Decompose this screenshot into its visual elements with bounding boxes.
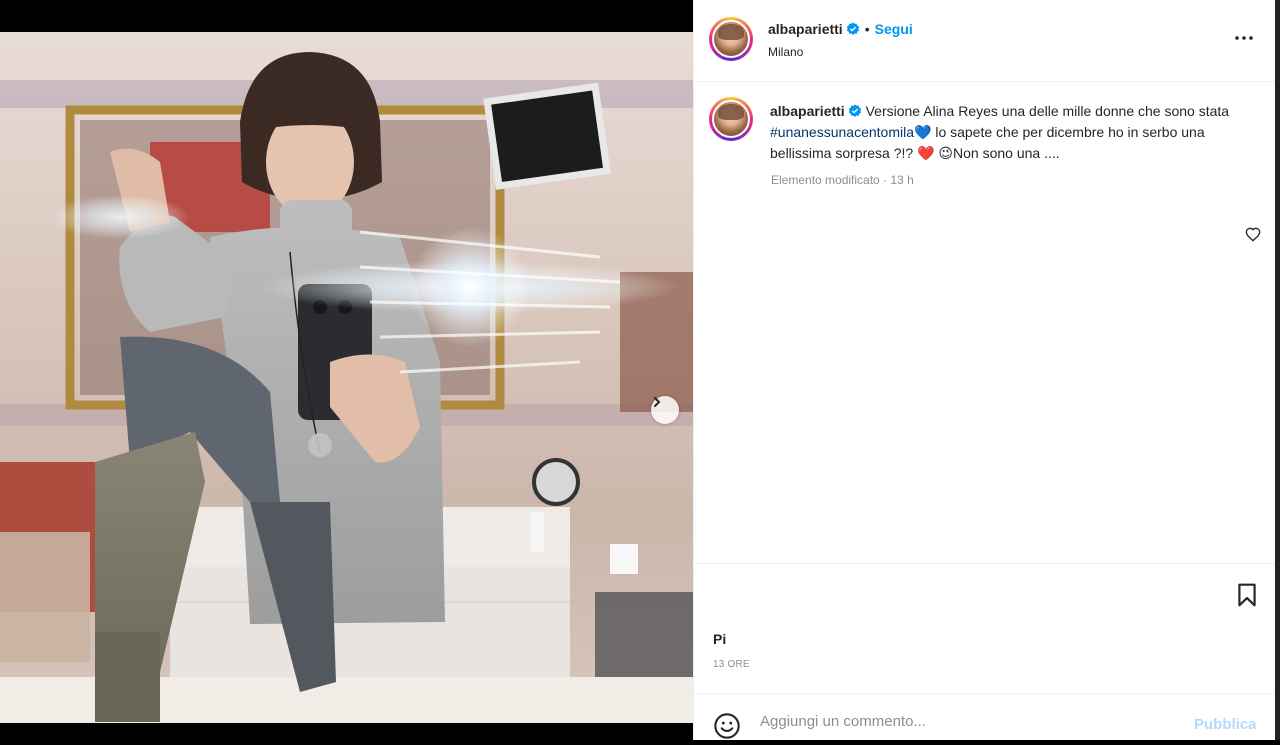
post-caption: albaparietti Versione Alina Reyes una de… xyxy=(770,101,1230,164)
avatar-image xyxy=(712,20,750,58)
likes-summary[interactable]: Pi xyxy=(713,631,726,647)
caption-username-link[interactable]: albaparietti xyxy=(770,103,845,119)
publish-button[interactable]: Pubblica xyxy=(1194,716,1257,733)
follow-button[interactable]: Segui xyxy=(875,21,913,37)
bottom-letterbox xyxy=(0,723,693,740)
caption-text: Non sono una .... xyxy=(953,145,1060,161)
save-button[interactable] xyxy=(1234,582,1260,608)
top-letterbox xyxy=(0,0,693,32)
hashtag-link[interactable]: #unanessunacentomila xyxy=(770,124,914,140)
emoji-icon xyxy=(714,713,740,739)
verified-badge-icon xyxy=(848,104,861,117)
selfie-photo-illustration xyxy=(0,52,693,723)
post-side-panel: albaparietti • Segui Milano albaparietti V… xyxy=(693,0,1276,740)
window-edge xyxy=(1275,0,1280,740)
header-user-row: albaparietti • Segui xyxy=(768,21,913,39)
blue-heart-emoji: 💙 xyxy=(914,124,932,140)
header-separator: • xyxy=(864,21,870,37)
wink-emoji: 😉 xyxy=(938,145,953,161)
location-link[interactable]: Milano xyxy=(768,45,803,59)
caption-like-button[interactable] xyxy=(1245,227,1261,243)
emoji-button[interactable] xyxy=(713,712,741,740)
comment-input[interactable] xyxy=(758,708,1182,734)
red-heart-emoji: ❤️ xyxy=(917,145,935,161)
comment-bar: Pubblica xyxy=(694,693,1276,741)
verified-badge-icon xyxy=(846,22,859,35)
carousel-next-button[interactable] xyxy=(651,396,679,424)
post-timestamp: 13 ORE xyxy=(713,659,750,670)
heart-icon xyxy=(1245,227,1261,242)
more-options-icon xyxy=(1235,36,1253,40)
chevron-right-icon xyxy=(654,397,661,407)
bookmark-icon xyxy=(1238,583,1256,607)
post-header: albaparietti • Segui Milano xyxy=(694,0,1276,82)
post-photo[interactable] xyxy=(0,32,693,723)
actions-divider xyxy=(694,563,1276,564)
caption-text: Versione Alina Reyes una delle mille don… xyxy=(865,103,1230,119)
avatar-image xyxy=(712,100,750,138)
avatar[interactable] xyxy=(709,17,753,61)
username-link[interactable]: albaparietti xyxy=(768,21,843,37)
caption-avatar[interactable] xyxy=(709,97,753,141)
more-options-button[interactable] xyxy=(1232,26,1256,50)
caption-meta: Elemento modificato · 13 h xyxy=(771,173,914,187)
